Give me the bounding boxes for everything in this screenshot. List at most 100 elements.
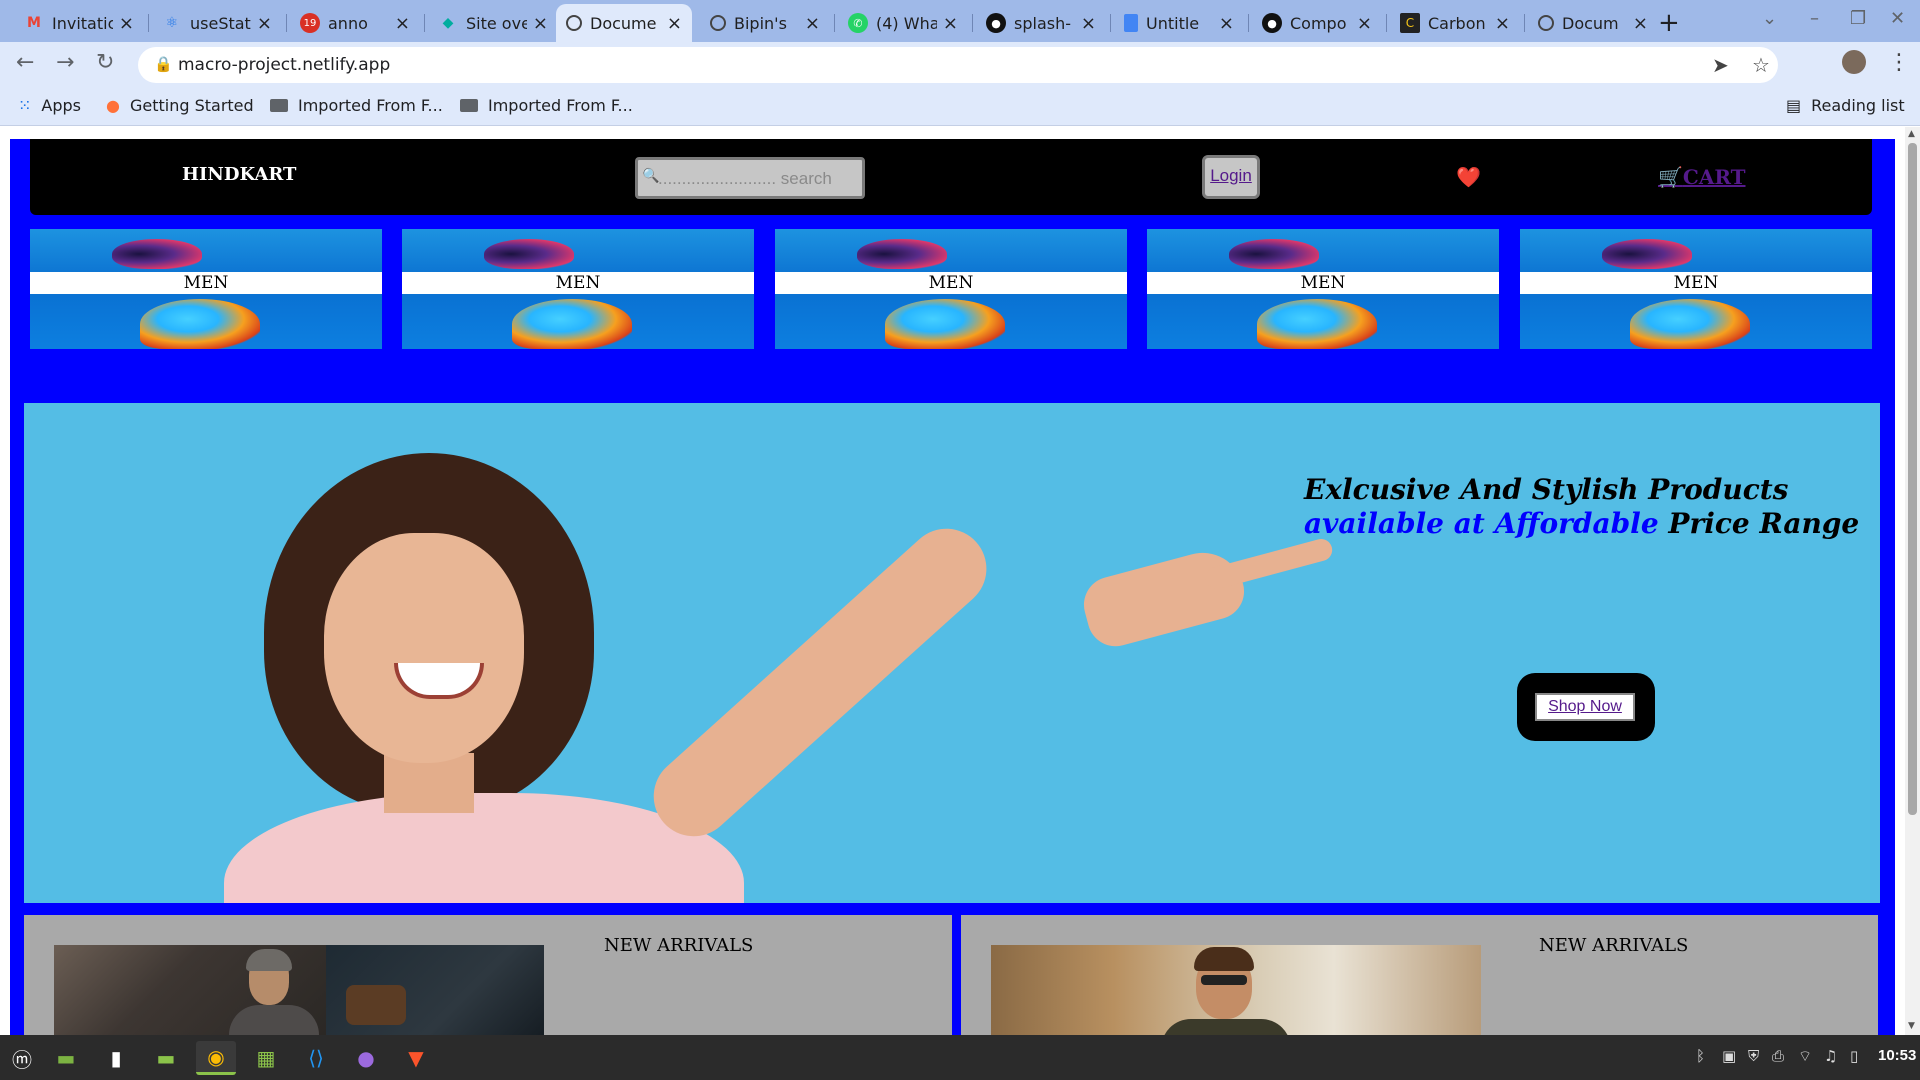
scroll-up-arrow-icon[interactable]: ▲ <box>1908 129 1915 139</box>
page-scrollbar[interactable]: ▲ ▼ <box>1905 127 1920 1035</box>
vscode-icon[interactable]: ⟨⟩ <box>296 1041 336 1075</box>
close-icon[interactable]: × <box>1081 13 1096 34</box>
category-card[interactable]: MEN <box>1520 229 1872 349</box>
category-card[interactable]: MEN <box>402 229 754 349</box>
send-icon[interactable]: ➤ <box>1712 53 1729 77</box>
tab-bipins[interactable]: Bipin's × <box>700 4 830 42</box>
globe-icon <box>710 15 726 31</box>
close-icon[interactable]: × <box>395 13 410 34</box>
minimize-icon[interactable]: – <box>1810 8 1819 29</box>
tab-whatsapp[interactable]: ✆ (4) Wha × <box>838 4 968 42</box>
globe-icon <box>1538 15 1554 31</box>
scroll-thumb[interactable] <box>1908 143 1917 815</box>
files-icon[interactable]: ▬ <box>46 1041 86 1075</box>
close-window-icon[interactable]: ✕ <box>1890 8 1905 29</box>
category-card[interactable]: MEN <box>1147 229 1499 349</box>
new-arrivals-image[interactable] <box>54 945 544 1035</box>
terminal-icon[interactable]: ▮ <box>96 1041 136 1075</box>
carbon-icon: C <box>1400 13 1420 33</box>
site-navbar: HINDKART 🔍 ......................... sea… <box>30 139 1872 215</box>
shop-now-container: Shop Now <box>1517 673 1655 741</box>
tab-anno[interactable]: 19 anno × <box>290 4 420 42</box>
bookmark-getting-started[interactable]: ● Getting Started <box>106 96 254 115</box>
calc-icon[interactable]: ▦ <box>246 1041 286 1075</box>
battery-icon[interactable]: ▯ <box>1850 1047 1858 1065</box>
category-row: MEN MEN MEN MEN MEN <box>30 229 1872 349</box>
category-card[interactable]: MEN <box>30 229 382 349</box>
tab-document-2[interactable]: Docum × <box>1528 4 1658 42</box>
gmail-icon: M <box>27 15 41 31</box>
tab-carbon[interactable]: C Carbon × <box>1390 4 1520 42</box>
new-arrivals-image[interactable] <box>991 945 1481 1035</box>
bookmarks-bar: ⁙ Apps ● Getting Started Imported From F… <box>0 88 1920 126</box>
wishlist-heart-icon[interactable]: ❤️ <box>1456 165 1481 189</box>
close-icon[interactable]: × <box>257 13 272 34</box>
new-arrivals-title: NEW ARRIVALS <box>604 935 754 956</box>
close-icon[interactable]: × <box>1219 13 1234 34</box>
restore-icon[interactable]: ❐ <box>1850 8 1866 29</box>
site-container: HINDKART 🔍 ......................... sea… <box>10 139 1895 1035</box>
bookmark-apps[interactable]: ⁙ Apps <box>18 96 81 115</box>
cart-link[interactable]: 🛒CART <box>1658 165 1746 189</box>
folder-icon[interactable]: ▬ <box>146 1041 186 1075</box>
close-icon[interactable]: × <box>667 13 682 34</box>
folder-icon <box>270 99 288 112</box>
wifi-icon[interactable]: ⌔ <box>1798 1047 1812 1066</box>
scroll-down-arrow-icon[interactable]: ▼ <box>1908 1021 1915 1031</box>
close-icon[interactable]: × <box>1357 13 1372 34</box>
docs-icon <box>1124 14 1138 32</box>
tab-search-chevron-icon[interactable]: ⌄ <box>1762 8 1777 29</box>
page-viewport: HINDKART 🔍 ......................... sea… <box>0 127 1905 1035</box>
menu-kebab-icon[interactable]: ⋮ <box>1888 50 1910 75</box>
github-icon: ● <box>986 13 1006 33</box>
bookmark-star-icon[interactable]: ☆ <box>1752 53 1770 77</box>
bluetooth-icon[interactable]: ᛒ <box>1696 1047 1705 1065</box>
forward-icon[interactable]: → <box>56 50 74 75</box>
close-icon[interactable]: × <box>805 13 820 34</box>
reading-list[interactable]: ▤ Reading list <box>1786 96 1905 115</box>
lock-icon: 🔒 <box>154 55 173 73</box>
login-button[interactable]: Login <box>1202 155 1260 199</box>
tab-strip: M Invitatic × ⚛ useStat × 19 anno × ◆ Si… <box>0 0 1920 42</box>
hero-tagline: Exlcusive And Stylish Products available… <box>1304 473 1860 540</box>
tab-compo[interactable]: ● Compo × <box>1252 4 1382 42</box>
shield-icon[interactable]: ⛨ <box>1748 1047 1759 1065</box>
tab-splash[interactable]: ● splash- × <box>976 4 1106 42</box>
close-icon[interactable]: × <box>943 13 958 34</box>
mint-menu-icon[interactable]: ⓜ <box>2 1041 42 1075</box>
new-tab-plus-icon[interactable]: + <box>1658 8 1680 38</box>
url-text: macro-project.netlify.app <box>178 55 391 75</box>
volume-icon[interactable]: ♫ <box>1824 1047 1837 1065</box>
tab-document-active[interactable]: Docume × <box>556 4 692 42</box>
reload-icon[interactable]: ↻ <box>96 50 114 75</box>
clipboard-icon[interactable]: ▣ <box>1722 1047 1736 1065</box>
profile-avatar[interactable] <box>1842 50 1866 74</box>
bookmark-imported-1[interactable]: Imported From F... <box>270 96 443 115</box>
firefox-icon: ● <box>106 96 120 115</box>
folder-icon <box>460 99 478 112</box>
tab-react[interactable]: ⚛ useStat × <box>152 4 282 42</box>
category-card[interactable]: MEN <box>775 229 1127 349</box>
tab-gmail[interactable]: M Invitatic × <box>14 4 144 42</box>
brand-logo[interactable]: HINDKART <box>182 164 296 185</box>
close-icon[interactable]: × <box>533 13 548 34</box>
apps-grid-icon: ⁙ <box>18 96 32 115</box>
brave-icon[interactable]: ▼ <box>396 1041 436 1075</box>
close-icon[interactable]: × <box>119 13 134 34</box>
bookmark-imported-2[interactable]: Imported From F... <box>460 96 633 115</box>
chrome-icon[interactable]: ◉ <box>196 1041 236 1075</box>
new-arrivals-title: NEW ARRIVALS <box>1539 935 1689 956</box>
address-bar[interactable]: 🔒 macro-project.netlify.app ☆ ➤ <box>138 47 1778 83</box>
search-input[interactable]: 🔍 ......................... search <box>635 157 865 199</box>
search-icon: 🔍 <box>642 168 660 184</box>
close-icon[interactable]: × <box>1495 13 1510 34</box>
clock[interactable]: 10:53 <box>1878 1047 1916 1064</box>
tab-untitled[interactable]: Untitle × <box>1114 4 1244 42</box>
back-icon[interactable]: ← <box>16 50 34 75</box>
tab-netlify[interactable]: ◆ Site ove × <box>428 4 558 42</box>
close-icon[interactable]: × <box>1633 13 1648 34</box>
shop-now-button[interactable]: Shop Now <box>1535 693 1635 721</box>
hero-banner: Exlcusive And Stylish Products available… <box>24 403 1880 903</box>
github-desktop-icon[interactable]: ● <box>346 1041 386 1075</box>
printer-icon[interactable]: ⎙ <box>1772 1047 1784 1065</box>
